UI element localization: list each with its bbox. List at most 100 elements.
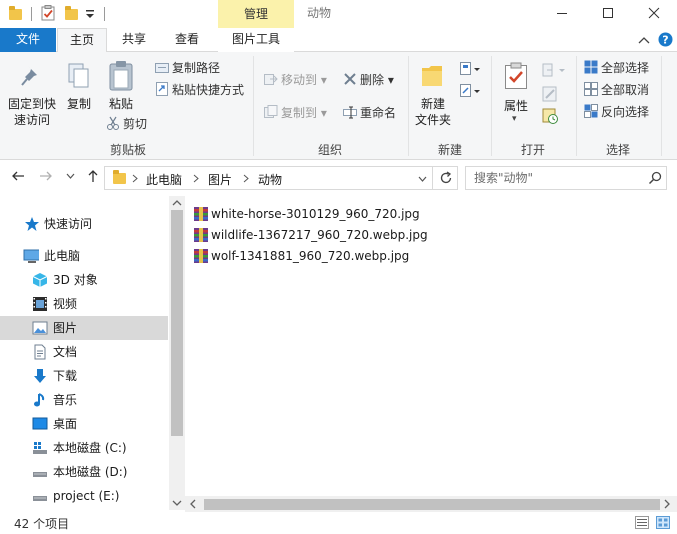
nav-pictures[interactable]: 图片 [0,316,168,340]
invert-selection-icon [584,104,598,118]
new-group-label: 新建 [437,143,462,157]
breadcrumb-this-pc[interactable]: 此电脑 [146,171,182,188]
edit-icon[interactable] [542,86,558,102]
rename-icon [343,106,357,119]
scissors-icon [107,116,119,130]
status-bar: 42 个项目 [0,512,677,534]
copy-to-button[interactable]: 复制到 ▾ [264,105,327,121]
scroll-right-icon[interactable] [663,499,671,509]
scroll-down-icon[interactable] [172,499,182,507]
nav-label: 本地磁盘 (C:) [53,441,127,455]
paste-button[interactable]: 粘贴 [106,96,136,112]
delete-label: 删除 [360,73,385,87]
nav-this-pc[interactable]: 此电脑 [0,244,168,268]
nav-label: 图片 [53,321,78,335]
nav-drive-e[interactable]: project (E:) [0,484,168,508]
separator [104,7,105,21]
video-icon [33,297,47,311]
history-icon[interactable] [542,108,558,124]
properties-icon [505,62,527,89]
paste-shortcut-label: 粘贴快捷方式 [172,83,245,97]
picture-icon [32,321,48,335]
nav-scrollbar-thumb[interactable] [171,210,183,436]
nav-quick-access[interactable]: 快速访问 [0,212,168,236]
nav-desktop[interactable]: 桌面 [0,412,168,436]
rename-button[interactable]: 重命名 [343,105,396,121]
search-input[interactable] [474,170,644,186]
tab-file[interactable]: 文件 [0,28,56,52]
customize-toolbar-icon[interactable] [85,9,95,19]
select-none-button[interactable]: 全部取消 [584,82,649,98]
scroll-left-icon[interactable] [189,499,197,509]
tab-picture-tools[interactable]: 图片工具 [218,28,294,52]
delete-button[interactable]: 删除 ▾ [343,72,394,88]
music-note-icon [34,393,45,407]
new-item-icon[interactable] [459,61,481,77]
group-separator [491,56,492,156]
copy-path-label: 复制路径 [172,61,221,75]
nav-3d-objects[interactable]: 3D 对象 [0,268,168,292]
tab-home[interactable]: 主页 [57,28,107,53]
details-view-icon[interactable] [635,516,649,529]
chevron-down-icon [66,173,75,179]
back-button[interactable] [11,169,25,187]
copy-path-button[interactable]: 复制路径 [155,60,220,76]
easy-access-icon[interactable] [459,83,481,99]
tab-share[interactable]: 共享 [110,28,158,52]
properties-dropdown-icon[interactable]: ▾ [512,114,517,124]
close-icon [648,7,660,19]
search-box[interactable] [465,166,667,190]
forward-button[interactable] [39,169,53,187]
document-icon [34,344,46,360]
nav-label: 桌面 [53,417,78,431]
breadcrumb-pictures[interactable]: 图片 [208,171,232,188]
minimize-button[interactable] [539,0,585,26]
up-button[interactable] [86,169,100,187]
group-separator [661,56,662,156]
nav-label: 快速访问 [44,217,93,231]
tab-view[interactable]: 查看 [162,28,212,52]
scroll-up-icon[interactable] [172,199,182,207]
select-group-label: 选择 [605,143,630,157]
file-name: white-horse-3010129_960_720.jpg [211,207,420,221]
item-count: 42 个项目 [14,517,70,531]
pin-to-quick-access-button[interactable]: 固定到快速访问 [3,96,61,128]
properties-button[interactable]: 属性 [500,98,532,114]
search-icon[interactable] [648,171,662,185]
chevron-down-icon[interactable] [418,175,427,183]
recent-locations-button[interactable] [66,170,75,186]
properties-check-icon[interactable] [41,5,55,21]
new-folder-button[interactable]: 新建 文件夹 [413,96,453,128]
maximize-button[interactable] [585,0,631,26]
collapse-ribbon-icon[interactable] [638,36,650,44]
nav-documents[interactable]: 文档 [0,340,168,364]
title-bar: 管理 动物 [0,0,677,28]
address-bar[interactable]: 此电脑 图片 动物 [104,166,458,190]
select-all-button[interactable]: 全部选择 [584,60,649,76]
copy-button[interactable]: 复制 [64,96,94,112]
close-button[interactable] [631,0,677,26]
refresh-icon[interactable] [439,171,453,185]
invert-selection-button[interactable]: 反向选择 [584,104,649,120]
group-separator [408,56,409,156]
nav-drive-c[interactable]: 本地磁盘 (C:) [0,436,168,460]
cube-3d-icon [32,273,48,287]
nav-music[interactable]: 音乐 [0,388,168,412]
new-folder-icon[interactable] [65,6,78,20]
chevron-right-icon [132,174,138,183]
horizontal-scrollbar-thumb[interactable] [204,499,660,510]
copy-to-icon [264,105,278,118]
select-none-icon [584,82,598,96]
move-to-button[interactable]: 移动到 ▾ [264,72,327,88]
paste-shortcut-button[interactable]: 粘贴快捷方式 [155,82,244,98]
breadcrumb-animals[interactable]: 动物 [258,171,282,188]
archive-file-icon [194,249,208,263]
nav-drive-d[interactable]: 本地磁盘 (D:) [0,460,168,484]
nav-videos[interactable]: 视频 [0,292,168,316]
open-icon[interactable] [542,62,570,78]
help-icon[interactable]: ? [658,32,673,47]
nav-downloads[interactable]: 下载 [0,364,168,388]
large-icons-view-icon[interactable] [656,516,670,529]
manage-context-tab[interactable]: 管理 [218,0,294,28]
cut-button[interactable]: 剪切 [106,116,147,132]
